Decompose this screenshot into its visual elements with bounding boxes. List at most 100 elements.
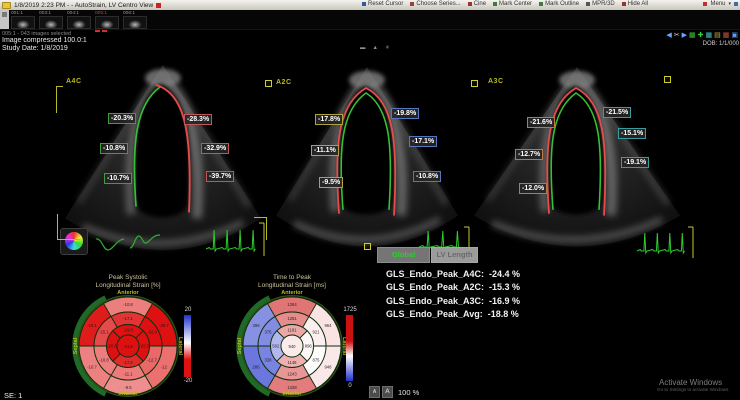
svg-text:338: 338 — [264, 358, 272, 363]
svg-text:-17.8: -17.8 — [123, 360, 133, 365]
svg-text:1243: 1243 — [287, 371, 297, 376]
zoom-out-button[interactable]: A — [369, 386, 380, 398]
line-tool-icon[interactable]: ▬ — [360, 45, 366, 51]
menu-chevron-icon: ▾ — [728, 1, 731, 7]
strain-badge-a4c-left-1: -10.8% — [100, 143, 129, 155]
svg-text:-32.9: -32.9 — [147, 330, 157, 335]
svg-text:-39.7: -39.7 — [159, 323, 169, 328]
roi-bracket-icon — [57, 214, 80, 240]
svg-text:921: 921 — [313, 330, 321, 335]
series-label: SE: 1 — [4, 391, 23, 400]
strain-curve-icon — [129, 234, 161, 249]
svg-text:-17.1: -17.1 — [123, 316, 133, 321]
zoom-control: A A 100 % — [369, 386, 419, 398]
view-label-a2c: A2C — [276, 79, 292, 86]
a2c-checkbox[interactable] — [265, 80, 272, 87]
window-control-icon[interactable] — [734, 2, 738, 6]
thumbnail-005:1[interactable]: 005:1 — [95, 11, 119, 32]
tool-icon — [493, 2, 498, 6]
ecg-bracket-icon — [254, 217, 267, 240]
gls-a2c-value: -15.3 % — [489, 282, 521, 293]
cine-layout-icon[interactable]: ▦ — [706, 32, 713, 40]
toolbar: Reset Cursor Choose Series... Cine Mark Cen… — [362, 1, 648, 7]
toolbar-item-mark-center[interactable]: Mark Center — [493, 1, 532, 7]
film-strip-scrollbar[interactable] — [0, 10, 9, 29]
wall-label-inferior: Inferior — [118, 391, 138, 397]
svg-text:-28.3: -28.3 — [139, 344, 149, 349]
strain-badge-a4c-right-0: -28.3% — [184, 114, 213, 126]
zoom-value: 100 % — [398, 387, 420, 397]
strain-curve-icon — [95, 238, 125, 251]
strain-badge-a3c-right-1: -15.1% — [618, 128, 647, 140]
grid-layout-icon[interactable]: ▦ — [689, 32, 696, 40]
strain-badge-a2c-left-1: -11.1% — [311, 145, 339, 157]
toolbar-item-cine[interactable]: Cine — [467, 1, 486, 7]
layout-toolbar: ◀ ✂ ▶ ▦ ✚ ▦ ▤ ▦ ▣ — [666, 32, 738, 40]
toolbar-item-choose-series[interactable]: Choose Series... — [410, 1, 461, 7]
tool-icon — [362, 2, 366, 6]
report-icon[interactable]: ▦ — [723, 32, 730, 40]
scissors-icon[interactable]: ✂ — [674, 32, 680, 40]
thumbnail-004:1[interactable]: 004:1 — [67, 11, 91, 32]
caliper-tool-icon[interactable]: ▲ — [373, 45, 378, 51]
next-arrow-icon[interactable]: ▶ — [682, 32, 687, 40]
toolbar-item-mpr-3d[interactable]: MPR/3D — [586, 1, 615, 7]
strain-badge-a4c-left-0: -20.3% — [108, 113, 137, 125]
add-layout-icon[interactable]: ✚ — [698, 32, 704, 40]
marker-tool-icon[interactable]: ✳ — [385, 45, 390, 51]
wall-label-septal: Septal — [237, 337, 243, 355]
global-checkbox[interactable] — [364, 243, 371, 250]
strain-badge-a2c-left-2: -9.5% — [319, 177, 344, 189]
app-icon — [2, 1, 11, 9]
folder-icon[interactable]: ▤ — [714, 32, 721, 40]
patient-dob: DOB: 1/1/000 — [702, 41, 739, 47]
gls-a4c-label: GLS_Endo_Peak_A4C: — [386, 268, 485, 279]
svg-text:-11.1: -11.1 — [123, 371, 133, 376]
svg-text:-10.8: -10.8 — [99, 358, 109, 363]
thumbnail-001:1[interactable]: 001:1 — [11, 11, 35, 32]
toolbar-item-mark-outline[interactable]: Mark Outline — [539, 1, 579, 7]
toolbar-item-reset-cursor[interactable]: Reset Cursor — [362, 1, 403, 7]
tool-icon — [539, 2, 544, 6]
zoom-in-button[interactable]: A — [382, 386, 393, 398]
window-icon[interactable]: ▣ — [731, 32, 738, 40]
strain-badge-a2c-right-1: -17.1% — [409, 136, 438, 148]
record-icon — [156, 2, 162, 8]
tool-icon — [621, 2, 626, 6]
a3c-corner-checkbox[interactable] — [664, 76, 671, 83]
tool-icon — [467, 2, 472, 6]
strain-badge-a3c-right-0: -21.5% — [603, 107, 632, 119]
svg-text:-20.3: -20.3 — [107, 344, 117, 349]
menu-button[interactable]: Menu — [710, 1, 725, 7]
prev-arrow-icon[interactable]: ◀ — [666, 32, 671, 40]
view-label-a3c: A3C — [488, 78, 504, 85]
gls-avg-value: -18.8 % — [487, 309, 519, 320]
svg-text:896: 896 — [305, 344, 313, 349]
gls-a4c-value: -24.4 % — [489, 268, 521, 279]
gls-avg-label: GLS_Endo_Peak_Avg: — [386, 309, 483, 320]
gls-results: GLS_Endo_Peak_A4C: -24.4 % GLS_Endo_Peak_… — [386, 267, 520, 321]
strain-badge-a3c-right-2: -19.1% — [621, 157, 650, 169]
lv-length-button[interactable]: LV Length — [431, 247, 478, 263]
svg-text:1281: 1281 — [287, 316, 297, 321]
svg-text:562: 562 — [272, 344, 280, 349]
thumbnail-003:1[interactable]: 003:1 — [39, 11, 63, 32]
time-colorbar-max: 1725 — [343, 307, 357, 313]
svg-text:-19.8: -19.8 — [123, 327, 133, 332]
gls-a2c-label: GLS_Endo_Peak_A2C: — [386, 282, 485, 293]
strain-badge-a2c-right-0: -19.8% — [391, 108, 420, 120]
app-window: 1/8/2019 2:23 PM - - AutoStrain, LV Cent… — [0, 0, 740, 400]
wall-label-septal: Septal — [73, 337, 79, 355]
menu-status-icon — [703, 2, 708, 6]
roi-bracket-icon — [56, 86, 63, 113]
wall-label-anterior: Anterior — [117, 290, 139, 296]
strain-badge-a4c-right-2: -39.7% — [206, 171, 235, 183]
svg-text:1364: 1364 — [287, 302, 297, 307]
strain-badge-a4c-left-2: -10.7% — [104, 173, 133, 185]
toolbar-item-hide-all[interactable]: Hide All — [621, 1, 648, 7]
global-button[interactable]: Global — [377, 247, 430, 263]
thumbnail-006:1[interactable]: 006:1 — [123, 11, 147, 32]
svg-text:1181: 1181 — [287, 327, 297, 332]
svg-text:-9.5: -9.5 — [124, 385, 132, 390]
a3c-checkbox[interactable] — [471, 80, 478, 87]
